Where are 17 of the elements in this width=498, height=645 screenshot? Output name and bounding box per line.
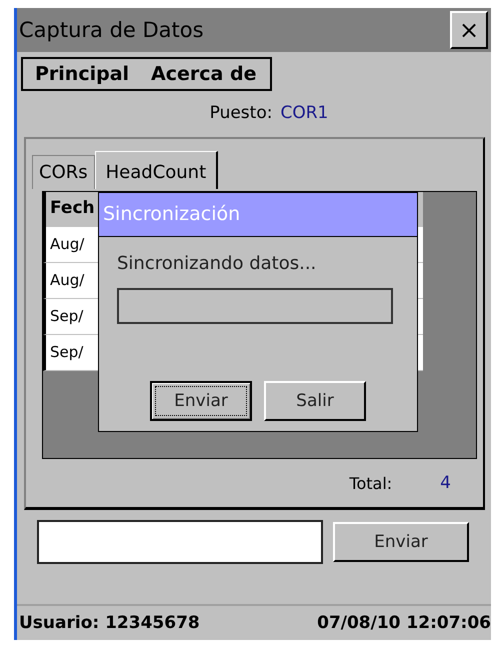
station-label: Puesto: xyxy=(210,103,272,123)
total-value: 4 xyxy=(440,473,451,493)
total-label: Total: xyxy=(349,474,392,492)
window-title: Captura de Datos xyxy=(19,18,204,42)
station-value: COR1 xyxy=(280,103,328,123)
dialog-button[interactable]: Salir xyxy=(264,381,366,421)
dialog-title: Sincronización xyxy=(99,193,417,237)
menu-item[interactable]: Acerca de xyxy=(151,63,256,85)
date-time: 07/08/10 12:07:06 xyxy=(317,613,491,633)
dialog-button[interactable]: Enviar xyxy=(150,381,252,421)
close-button[interactable]: × xyxy=(450,11,488,49)
input-field[interactable] xyxy=(37,520,323,564)
send-button[interactable]: Enviar xyxy=(333,522,469,562)
tab[interactable]: HeadCount xyxy=(94,151,218,189)
user-label: Usuario: 12345678 xyxy=(19,613,200,633)
menu-item[interactable]: Principal xyxy=(35,63,130,85)
tab[interactable]: CORs xyxy=(32,155,95,189)
